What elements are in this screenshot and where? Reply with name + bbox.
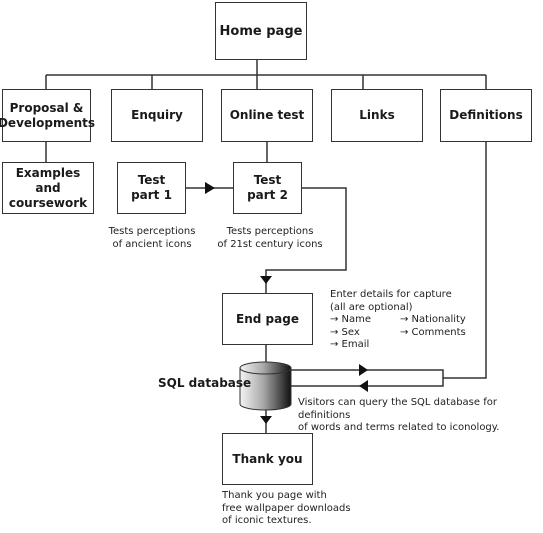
- test1-note: Tests perceptions of ancient icons: [108, 226, 196, 250]
- enquiry-node: Enquiry: [111, 89, 203, 142]
- field-item: → Nationality: [400, 314, 466, 325]
- test2-label-line: part 2: [247, 188, 288, 202]
- end-page-node: End page: [222, 293, 313, 345]
- proposal-label-line: Developments: [0, 115, 96, 130]
- links-label: Links: [359, 108, 395, 122]
- arrow-down-icon: [260, 276, 272, 284]
- capture-fields-list: → Name → Nationality → Sex → Comments → …: [330, 314, 480, 352]
- test-part2-node: Test part 2: [233, 162, 302, 214]
- field-item: → Comments: [400, 326, 466, 338]
- end-page-label: End page: [236, 311, 299, 326]
- sql-database-label: SQL database: [158, 376, 252, 390]
- field-item: → Name: [330, 314, 372, 325]
- links-node: Links: [331, 89, 423, 142]
- end-page-note: Enter details for capture (all are optio…: [330, 289, 480, 352]
- online-test-label: Online test: [229, 108, 305, 122]
- proposal-label-line: Proposal &: [9, 100, 84, 115]
- test-part1-node: Test part 1: [117, 162, 186, 214]
- test1-label-line: part 1: [131, 188, 172, 202]
- definitions-node: Definitions: [440, 89, 532, 142]
- field-item: → Sex: [330, 326, 360, 338]
- proposal-node: Proposal & Developments: [0, 89, 95, 142]
- database-note: Visitors can query the SQL database for …: [298, 397, 500, 433]
- field-item: → Email: [330, 339, 370, 350]
- examples-label-line: Examples: [15, 165, 81, 180]
- online-test-node: Online test: [221, 89, 313, 142]
- definitions-label: Definitions: [449, 108, 523, 122]
- home-page-label: Home page: [219, 23, 303, 39]
- test2-note: Tests perceptions of 21st century icons: [217, 226, 323, 250]
- thank-you-label: Thank you: [232, 451, 303, 466]
- examples-label-line: and: [35, 180, 61, 195]
- arrow-down-icon: [260, 416, 272, 424]
- examples-label-line: coursework: [8, 195, 88, 210]
- test1-label-line: Test: [137, 173, 166, 187]
- arrow-left-icon: [359, 380, 368, 392]
- thank-you-node: Thank you: [222, 433, 313, 485]
- arrow-right-icon: [205, 182, 215, 194]
- test2-label-line: Test: [253, 173, 282, 187]
- thank-you-note: Thank you page with free wallpaper downl…: [222, 490, 351, 526]
- arrow-right-icon: [359, 364, 368, 376]
- examples-node: Examples and coursework: [2, 162, 94, 214]
- enquiry-label: Enquiry: [131, 108, 183, 122]
- home-page-node: Home page: [215, 2, 307, 60]
